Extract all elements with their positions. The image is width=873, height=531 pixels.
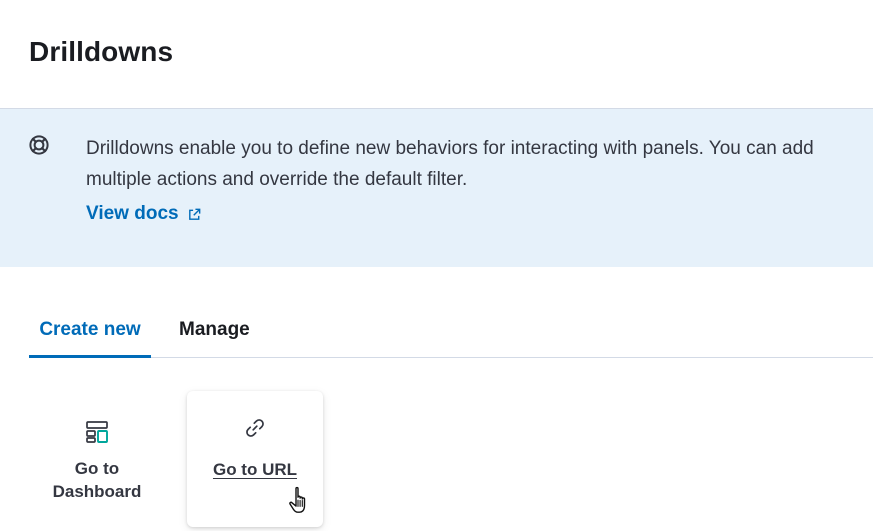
callout-description: Drilldowns enable you to define new beha… (86, 138, 814, 190)
external-link-icon (188, 208, 200, 220)
go-to-url-label: Go to URL (212, 460, 298, 479)
tab-create-new[interactable]: Create new (29, 303, 151, 358)
dashboard-icon (86, 421, 108, 443)
view-docs-link[interactable]: View docs (86, 201, 202, 227)
lifebuoy-icon (29, 135, 49, 155)
flyout-header: Drilldowns (0, 0, 873, 109)
go-to-dashboard-label: Go to Dashboard (52, 459, 142, 501)
go-to-url-card[interactable]: Go to URL (187, 391, 323, 527)
drilldown-tabs: Create new Manage (29, 303, 873, 358)
link-icon (246, 419, 264, 437)
view-docs-label: View docs (86, 203, 179, 224)
page-title: Drilldowns (29, 36, 174, 67)
go-to-dashboard-card[interactable]: Go to Dashboard (29, 391, 165, 527)
tab-manage[interactable]: Manage (179, 303, 250, 357)
